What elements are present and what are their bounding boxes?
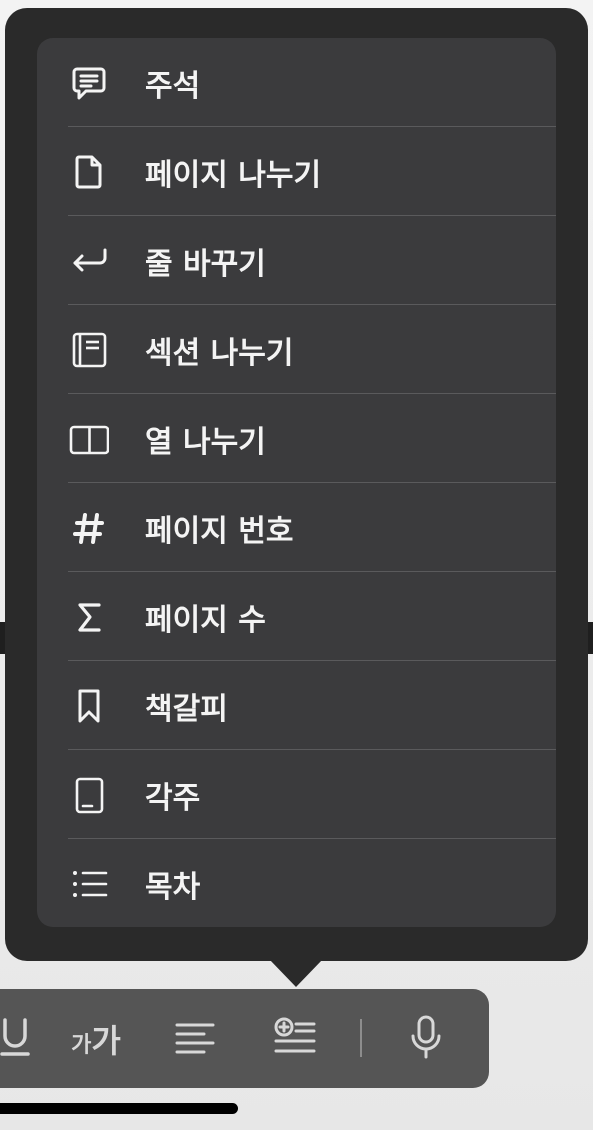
menu-item-footnote[interactable]: 각주 bbox=[37, 750, 556, 839]
menu-item-label: 섹션 나누기 bbox=[145, 335, 294, 371]
insert-button[interactable] bbox=[273, 989, 317, 1088]
menu-item-section-break[interactable]: 섹션 나누기 bbox=[37, 305, 556, 394]
insert-menu: 주석 페이지 나누기 줄 바꾸기 섹션 나누기 열 나누기 페이지 번호 페이지… bbox=[37, 38, 556, 927]
page-icon bbox=[69, 152, 109, 192]
hash-icon bbox=[69, 508, 109, 548]
font-size-small-label: 가 bbox=[71, 1032, 92, 1058]
menu-item-label: 페이지 번호 bbox=[145, 513, 294, 549]
menu-item-label: 열 나누기 bbox=[145, 424, 266, 460]
align-button[interactable] bbox=[173, 989, 217, 1088]
list-icon bbox=[69, 864, 109, 904]
menu-item-column-break[interactable]: 열 나누기 bbox=[37, 394, 556, 483]
font-size-icon: 가가 bbox=[71, 1016, 121, 1062]
format-toolbar: 가가 bbox=[0, 989, 489, 1088]
microphone-icon bbox=[408, 1014, 444, 1064]
sigma-icon bbox=[69, 597, 109, 637]
toolbar-divider bbox=[360, 1019, 362, 1057]
bookmark-icon bbox=[69, 686, 109, 726]
insert-icon bbox=[273, 1016, 317, 1062]
menu-item-comment[interactable]: 주석 bbox=[37, 38, 556, 127]
font-size-large-label: 가 bbox=[91, 1021, 121, 1060]
menu-item-label: 목차 bbox=[145, 869, 201, 905]
menu-item-line-break[interactable]: 줄 바꾸기 bbox=[37, 216, 556, 305]
menu-item-bookmark[interactable]: 책갈피 bbox=[37, 661, 556, 750]
underline-button[interactable] bbox=[0, 989, 50, 1088]
align-left-icon bbox=[174, 1017, 216, 1061]
insert-popover: 주석 페이지 나누기 줄 바꾸기 섹션 나누기 열 나누기 페이지 번호 페이지… bbox=[5, 8, 588, 961]
popover-arrow bbox=[269, 959, 323, 987]
columns-icon bbox=[69, 419, 109, 459]
return-arrow-icon bbox=[69, 241, 109, 281]
comment-icon bbox=[69, 63, 109, 103]
underline-icon bbox=[0, 1014, 35, 1064]
menu-item-label: 페이지 수 bbox=[145, 602, 266, 638]
section-icon bbox=[69, 330, 109, 370]
footnote-icon bbox=[69, 775, 109, 815]
menu-item-page-break[interactable]: 페이지 나누기 bbox=[37, 127, 556, 216]
menu-item-label: 각주 bbox=[145, 780, 201, 816]
menu-item-label: 줄 바꾸기 bbox=[145, 246, 266, 282]
home-indicator bbox=[0, 1103, 238, 1114]
menu-item-label: 책갈피 bbox=[145, 691, 228, 727]
menu-item-label: 주석 bbox=[145, 68, 201, 104]
menu-item-page-count[interactable]: 페이지 수 bbox=[37, 572, 556, 661]
menu-item-label: 페이지 나누기 bbox=[145, 157, 322, 193]
font-size-button[interactable]: 가가 bbox=[56, 989, 136, 1088]
menu-item-table-of-contents[interactable]: 목차 bbox=[37, 839, 556, 927]
dictation-button[interactable] bbox=[404, 989, 448, 1088]
menu-item-page-number[interactable]: 페이지 번호 bbox=[37, 483, 556, 572]
